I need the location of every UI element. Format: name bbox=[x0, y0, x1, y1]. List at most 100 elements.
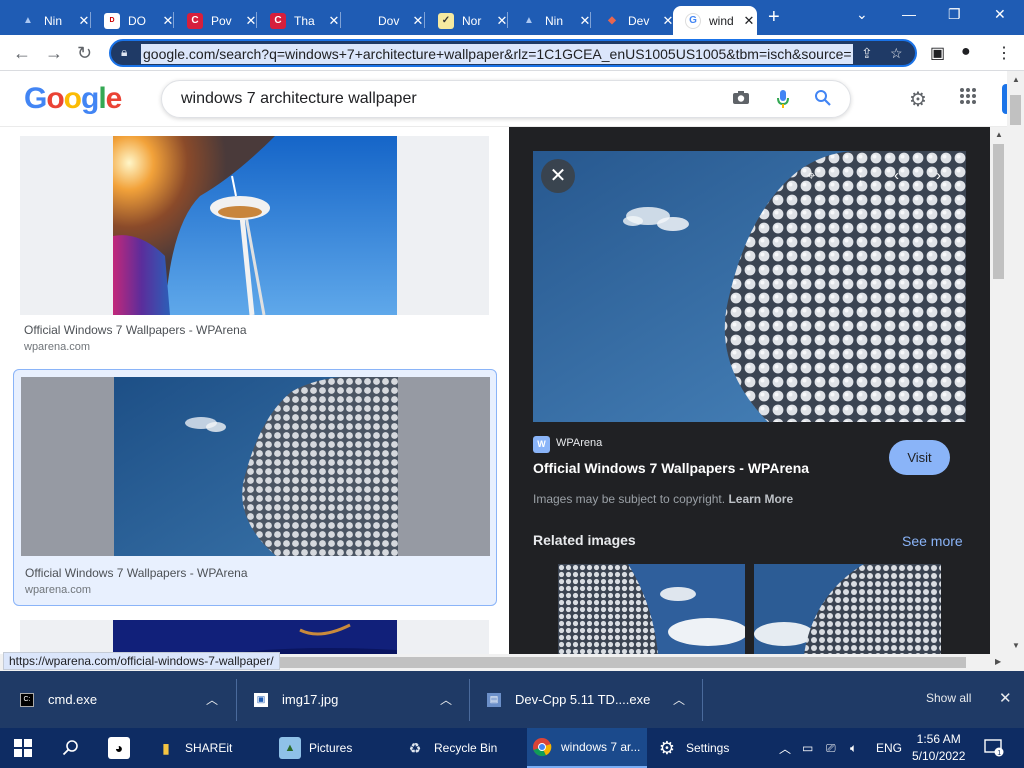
bookmark-star-icon[interactable]: ☆ bbox=[890, 45, 903, 62]
check-icon: ✓ bbox=[438, 12, 454, 29]
tab-1[interactable]: ▲ Nin ✕ bbox=[8, 6, 92, 35]
lens-icon[interactable]: ⌖ bbox=[807, 167, 815, 184]
results-scrollbar[interactable]: ▲ bbox=[990, 127, 1007, 654]
preview-title[interactable]: Official Windows 7 Wallpapers - WPArena bbox=[533, 460, 809, 476]
more-options-icon[interactable]: ⋮ bbox=[853, 167, 868, 185]
tab-label: Nin bbox=[545, 13, 564, 28]
see-more-link[interactable]: See more bbox=[902, 533, 963, 549]
tab-label: wind bbox=[709, 13, 734, 28]
language-indicator[interactable]: ENG bbox=[876, 728, 902, 768]
show-all-button[interactable]: Show all bbox=[926, 691, 971, 705]
notification-icon[interactable]: 1 bbox=[984, 728, 1004, 768]
tab-search-icon[interactable]: ⌄ bbox=[856, 6, 868, 23]
close-preview-button[interactable]: ✕ bbox=[541, 159, 575, 193]
related-images-heading: Related images bbox=[533, 532, 636, 548]
preview-image[interactable] bbox=[533, 151, 966, 422]
scrollbar-thumb[interactable] bbox=[993, 144, 1004, 279]
close-icon[interactable]: ✕ bbox=[741, 13, 757, 29]
forward-icon[interactable]: → bbox=[45, 43, 63, 64]
preview-source[interactable]: WPArena bbox=[556, 437, 602, 449]
download-item[interactable]: ▣ img17.jpg ︿ bbox=[254, 671, 469, 728]
taskbar-settings[interactable]: ⚙ Settings bbox=[656, 728, 729, 768]
cmd-icon: C: bbox=[20, 692, 34, 707]
page-scrollbar[interactable]: ▲ ▼ bbox=[1007, 71, 1024, 654]
tab-2[interactable]: D DO ✕ bbox=[92, 6, 176, 35]
search-box[interactable]: windows 7 architecture wallpaper bbox=[161, 80, 851, 118]
tab-5[interactable]: Dov ✕ bbox=[342, 6, 426, 35]
scrollbar-thumb[interactable] bbox=[1010, 95, 1021, 125]
next-icon[interactable]: › bbox=[936, 167, 941, 184]
google-logo[interactable]: Google bbox=[24, 82, 122, 116]
result-title[interactable]: Official Windows 7 Wallpapers - WPArena bbox=[25, 566, 248, 580]
back-icon[interactable]: ← bbox=[13, 43, 31, 64]
close-downloads-icon[interactable]: ✕ bbox=[999, 689, 1012, 707]
result-card[interactable]: Official Windows 7 Wallpapers - WPArena … bbox=[13, 131, 497, 361]
tab-8[interactable]: ◆ Dev ✕ bbox=[592, 6, 676, 35]
url-text[interactable]: google.com/search?q=windows+7+architectu… bbox=[141, 44, 853, 64]
reload-icon[interactable]: ↻ bbox=[77, 43, 92, 64]
apps-grid-icon[interactable] bbox=[959, 87, 977, 111]
minimize-icon[interactable]: — bbox=[902, 6, 916, 22]
taskbar-shareit[interactable]: ▮ SHAREit bbox=[155, 728, 232, 768]
result-card-selected[interactable]: Official Windows 7 Wallpapers - WPArena … bbox=[13, 369, 497, 606]
clock-time: 1:56 AM bbox=[916, 732, 961, 746]
new-tab-button[interactable]: + bbox=[768, 6, 780, 29]
tab-label: DO bbox=[128, 13, 146, 28]
related-image[interactable] bbox=[558, 564, 745, 654]
download-item[interactable]: C: cmd.exe ︿ bbox=[20, 671, 235, 728]
search-input[interactable]: windows 7 architecture wallpaper bbox=[181, 90, 417, 108]
close-window-icon[interactable]: ✕ bbox=[994, 6, 1006, 23]
result-thumbnail[interactable] bbox=[20, 620, 489, 654]
sidepanel-icon[interactable]: ▣ bbox=[930, 43, 945, 63]
tab-4[interactable]: C Tha ✕ bbox=[258, 6, 342, 35]
menu-icon[interactable]: ⋮ bbox=[996, 43, 1012, 63]
result-thumbnail[interactable] bbox=[21, 377, 490, 556]
wparena-favicon: W bbox=[533, 436, 550, 453]
taskbar-pictures[interactable]: ▲ Pictures bbox=[279, 728, 352, 768]
learn-more-link[interactable]: Learn More bbox=[728, 492, 793, 506]
taskbar-search-icon[interactable] bbox=[62, 728, 80, 768]
clock[interactable]: 1:56 AM 5/10/2022 bbox=[912, 731, 965, 765]
microphone-icon[interactable] bbox=[776, 89, 790, 114]
svg-text:1: 1 bbox=[997, 750, 1001, 757]
result-site[interactable]: wparena.com bbox=[24, 341, 90, 353]
result-thumbnail[interactable] bbox=[20, 136, 489, 315]
tab-3[interactable]: C Pov ✕ bbox=[175, 6, 259, 35]
related-image[interactable] bbox=[754, 564, 941, 654]
chevron-up-icon[interactable]: ︿ bbox=[206, 691, 218, 708]
camera-icon[interactable] bbox=[732, 89, 750, 112]
download-bar: C: cmd.exe ︿ ▣ img17.jpg ︿ ▤ Dev-Cpp 5.1… bbox=[0, 671, 1024, 728]
download-item[interactable]: ▤ Dev-Cpp 5.11 TD....exe ︿ bbox=[487, 671, 702, 728]
chrome-icon bbox=[531, 736, 553, 758]
chevron-up-icon[interactable]: ︿ bbox=[440, 691, 452, 708]
network-icon[interactable]: ▭ bbox=[802, 728, 813, 768]
taskbar-recycle-bin[interactable]: ♻ Recycle Bin bbox=[404, 728, 498, 768]
chevron-up-icon[interactable]: ︿ bbox=[673, 691, 685, 708]
start-button[interactable] bbox=[14, 728, 32, 768]
tab-label: Nor bbox=[462, 13, 482, 28]
search-icon[interactable] bbox=[814, 89, 832, 112]
pictures-icon: ▲ bbox=[279, 737, 301, 759]
tab-6[interactable]: ✓ Nor ✕ bbox=[426, 6, 510, 35]
lock-icon: 🔒︎ bbox=[121, 45, 128, 59]
address-bar[interactable]: 🔒︎ google.com/search?q=windows+7+archite… bbox=[109, 39, 917, 67]
google-icon: G bbox=[685, 12, 701, 29]
tab-9-active[interactable]: G wind ✕ bbox=[673, 6, 757, 35]
share-icon[interactable]: ⇪ bbox=[861, 45, 873, 62]
taskbar-chrome[interactable]: windows 7 ar... bbox=[527, 728, 647, 768]
result-site[interactable]: wparena.com bbox=[25, 584, 91, 596]
result-card[interactable] bbox=[13, 616, 497, 654]
mickey-app-icon[interactable]: ◕ bbox=[108, 728, 138, 768]
profile-icon[interactable]: ● bbox=[961, 43, 971, 61]
result-title[interactable]: Official Windows 7 Wallpapers - WPArena bbox=[24, 323, 247, 337]
visit-button[interactable]: Visit bbox=[889, 440, 950, 475]
installer-icon: ▤ bbox=[487, 692, 501, 707]
previous-icon[interactable]: ‹ bbox=[894, 167, 899, 184]
settings-gear-icon[interactable]: ⚙ bbox=[909, 87, 927, 112]
restore-icon[interactable]: ❐ bbox=[948, 6, 961, 23]
volume-icon[interactable]: 🔈︎ bbox=[850, 728, 857, 768]
display-icon[interactable]: ⎚ bbox=[826, 728, 836, 768]
clock-date: 5/10/2022 bbox=[912, 749, 966, 763]
tray-chevron-icon[interactable]: ︿ bbox=[779, 728, 791, 768]
tab-7[interactable]: ▲ Nin ✕ bbox=[509, 6, 593, 35]
